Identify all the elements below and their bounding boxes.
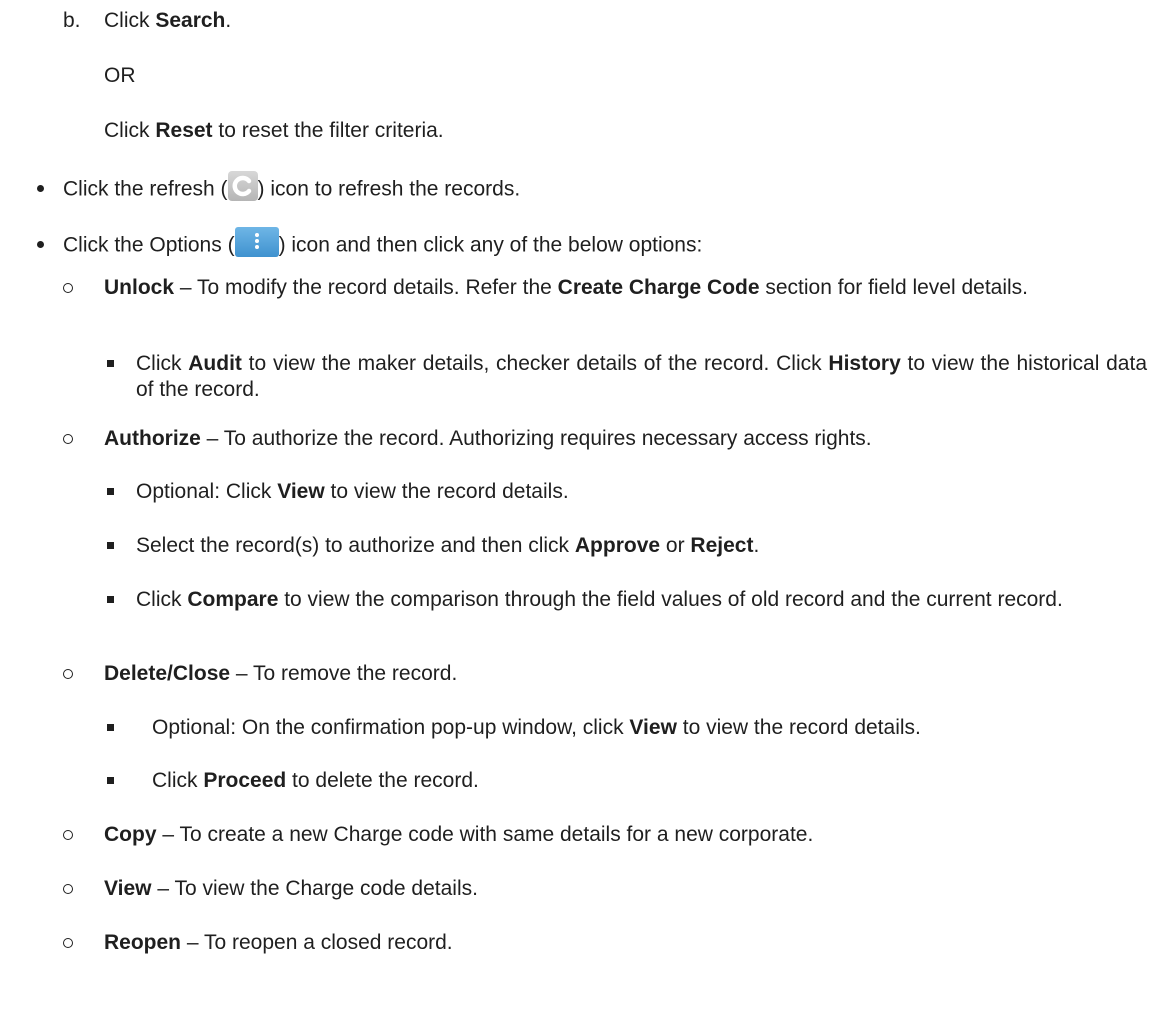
refresh-icon: [227, 171, 258, 201]
options-bullet-text: Click the Options () icon and then click…: [63, 227, 702, 261]
reset-line: Click Reset to reset the filter criteria…: [104, 119, 444, 142]
subitem-marker: [107, 724, 114, 731]
option-marker: [63, 830, 73, 840]
search-term: Search: [155, 9, 226, 32]
step-b-marker: b.: [63, 9, 81, 32]
option-view: View – To view the Charge code details.: [104, 877, 478, 900]
subitem-marker: [107, 488, 114, 495]
option-marker: [63, 938, 73, 948]
subitem-marker: [107, 542, 114, 549]
option-marker: [63, 283, 73, 293]
option-reopen: Reopen – To reopen a closed record.: [104, 931, 453, 954]
option-unlock: Unlock – To modify the record details. R…: [104, 276, 1029, 299]
subitem-marker: [107, 596, 114, 603]
bullet-dot: [37, 241, 44, 248]
refresh-bullet-text: Click the refresh () icon to refresh the…: [63, 171, 520, 205]
subitem-proceed: Click Proceed to delete the record.: [152, 769, 479, 792]
option-marker: [63, 884, 73, 894]
option-authorize: Authorize – To authorize the record. Aut…: [104, 427, 872, 450]
option-marker: [63, 434, 73, 444]
subitem-compare: Click Compare to view the comparison thr…: [136, 588, 1063, 611]
option-marker: [63, 669, 73, 679]
subitem-marker: [107, 777, 114, 784]
reset-term: Reset: [155, 119, 213, 142]
subitem-marker: [107, 360, 114, 367]
option-delete-close: Delete/Close – To remove the record.: [104, 662, 458, 685]
step-b-text: Click Search.: [104, 9, 232, 32]
subitem-optional-view: Optional: Click View to view the record …: [136, 480, 569, 503]
subitem-confirm-view: Optional: On the confirmation pop-up win…: [152, 716, 921, 739]
or-text: OR: [104, 64, 136, 87]
subitem-approve-reject: Select the record(s) to authorize and th…: [136, 534, 760, 557]
option-copy: Copy – To create a new Charge code with …: [104, 823, 814, 846]
subitem-audit-history: Click Audit to view the maker details, c…: [136, 352, 1147, 401]
bullet-dot: [37, 185, 44, 192]
vertical-ellipsis-icon: [234, 227, 279, 257]
